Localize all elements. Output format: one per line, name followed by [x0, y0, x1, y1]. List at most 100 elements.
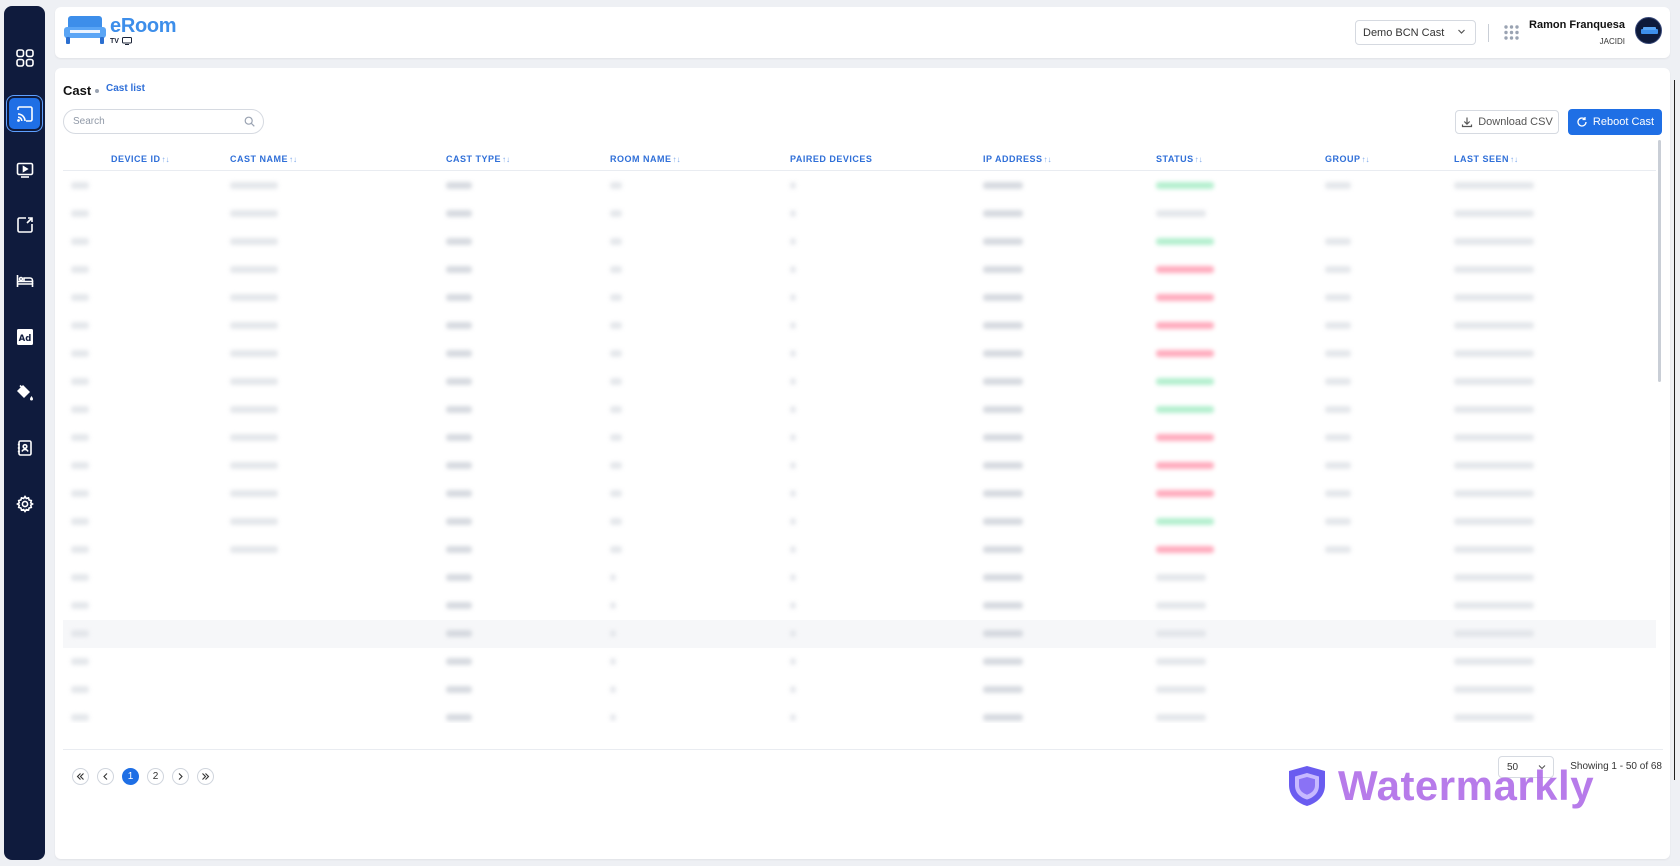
table-row[interactable] [63, 200, 1656, 228]
table-cell [610, 546, 622, 553]
reboot-cast-button[interactable]: Reboot Cast [1568, 109, 1662, 135]
table-cell [1156, 350, 1214, 357]
table-cell [983, 686, 1023, 693]
table-cell [71, 546, 89, 553]
table-cell [790, 518, 796, 525]
last-page-button[interactable] [197, 768, 214, 785]
sidebar-item-screens[interactable] [9, 209, 40, 240]
sort-icon: ↑↓ [1361, 155, 1370, 164]
page-1-button[interactable]: 1 [122, 768, 139, 785]
col-last-seen[interactable]: LAST SEEN↑↓ [1454, 154, 1518, 164]
table-row[interactable] [63, 704, 1656, 723]
col-room-name[interactable]: ROOM NAME↑↓ [610, 154, 681, 164]
table-row[interactable] [63, 284, 1656, 312]
col-device-id[interactable]: DEVICE ID↑↓ [111, 154, 170, 164]
sidebar-item-dashboard[interactable] [9, 42, 40, 73]
sidebar-item-cast[interactable] [9, 98, 40, 129]
table-cell [230, 294, 278, 301]
table-cell [446, 462, 472, 469]
sidebar-item-rooms[interactable] [9, 265, 40, 296]
download-csv-button[interactable]: Download CSV [1455, 110, 1559, 134]
avatar[interactable] [1635, 17, 1662, 44]
apps-grid-icon[interactable] [1503, 24, 1520, 41]
table-cell [1156, 182, 1214, 189]
table-row[interactable] [63, 396, 1656, 424]
table-row[interactable] [63, 648, 1656, 676]
top-header: eRoom TV Demo BCN Cast Ramon Franquesa J… [55, 7, 1670, 58]
table-cell [71, 350, 89, 357]
prev-page-button[interactable] [97, 768, 114, 785]
table-row[interactable] [63, 256, 1656, 284]
table-cell [1454, 686, 1534, 693]
table-cell [230, 266, 278, 273]
table-row[interactable] [63, 480, 1656, 508]
header-divider [1488, 24, 1489, 42]
table-divider [63, 749, 1663, 750]
col-ip-address[interactable]: IP ADDRESS↑↓ [983, 154, 1052, 164]
col-cast-type[interactable]: CAST TYPE↑↓ [446, 154, 510, 164]
table-cell [446, 210, 472, 217]
col-group[interactable]: GROUP↑↓ [1325, 154, 1370, 164]
col-cast-name[interactable]: CAST NAME↑↓ [230, 154, 297, 164]
sort-icon: ↑↓ [1510, 155, 1519, 164]
table-cell [230, 546, 278, 553]
reboot-cast-label: Reboot Cast [1592, 116, 1655, 128]
sidebar-item-ads[interactable]: Ad [9, 321, 40, 352]
table-body [63, 172, 1656, 723]
table-cell [446, 630, 472, 637]
table-cell [1325, 378, 1351, 385]
table-cell [71, 686, 89, 693]
user-name: Ramon Franquesa [1529, 19, 1625, 31]
table-row[interactable] [63, 536, 1656, 564]
table-cell [1156, 294, 1214, 301]
sidebar: Ad [4, 6, 45, 860]
table-cell [446, 406, 472, 413]
table-cell [790, 378, 796, 385]
table-row[interactable] [63, 424, 1656, 452]
table-row[interactable] [63, 592, 1656, 620]
table-row[interactable] [63, 340, 1656, 368]
table-cell [983, 658, 1023, 665]
table-row[interactable] [63, 676, 1656, 704]
sidebar-item-contacts[interactable] [9, 432, 40, 463]
sidebar-item-theme[interactable] [9, 377, 40, 408]
table-cell [71, 602, 89, 609]
table-cell [610, 238, 622, 245]
table-cell [610, 686, 616, 693]
table-cell [610, 378, 622, 385]
table-scrollbar[interactable] [1658, 140, 1661, 382]
table-cell [1156, 210, 1206, 217]
table-cell [1325, 546, 1351, 553]
table-cell [790, 406, 796, 413]
table-cell [1325, 266, 1351, 273]
table-cell [446, 350, 472, 357]
sidebar-item-settings[interactable] [9, 488, 40, 519]
page-2-button[interactable]: 2 [147, 768, 164, 785]
table-row[interactable] [63, 172, 1656, 200]
table-cell [1454, 210, 1534, 217]
table-row[interactable] [63, 620, 1656, 648]
app-logo[interactable]: eRoom TV [64, 16, 177, 45]
table-cell [1454, 658, 1534, 665]
project-select[interactable]: Demo BCN Cast [1355, 20, 1476, 45]
table-row[interactable] [63, 508, 1656, 536]
table-row[interactable] [63, 312, 1656, 340]
table-cell [446, 574, 472, 581]
table-row[interactable] [63, 368, 1656, 396]
table-row[interactable] [63, 452, 1656, 480]
breadcrumb-cast-list[interactable]: Cast list [106, 83, 145, 94]
table-cell [610, 294, 622, 301]
table-cell [446, 238, 472, 245]
table-cell [610, 406, 622, 413]
table-row[interactable] [63, 564, 1656, 592]
next-page-button[interactable] [172, 768, 189, 785]
table-cell [610, 574, 616, 581]
first-page-button[interactable] [72, 768, 89, 785]
table-row[interactable] [63, 228, 1656, 256]
sidebar-item-media[interactable] [9, 154, 40, 185]
table-cell [1156, 322, 1214, 329]
col-status[interactable]: STATUS↑↓ [1156, 154, 1203, 164]
table-cell [446, 602, 472, 609]
table-cell [1156, 266, 1214, 273]
search-input[interactable]: Search [63, 109, 264, 134]
